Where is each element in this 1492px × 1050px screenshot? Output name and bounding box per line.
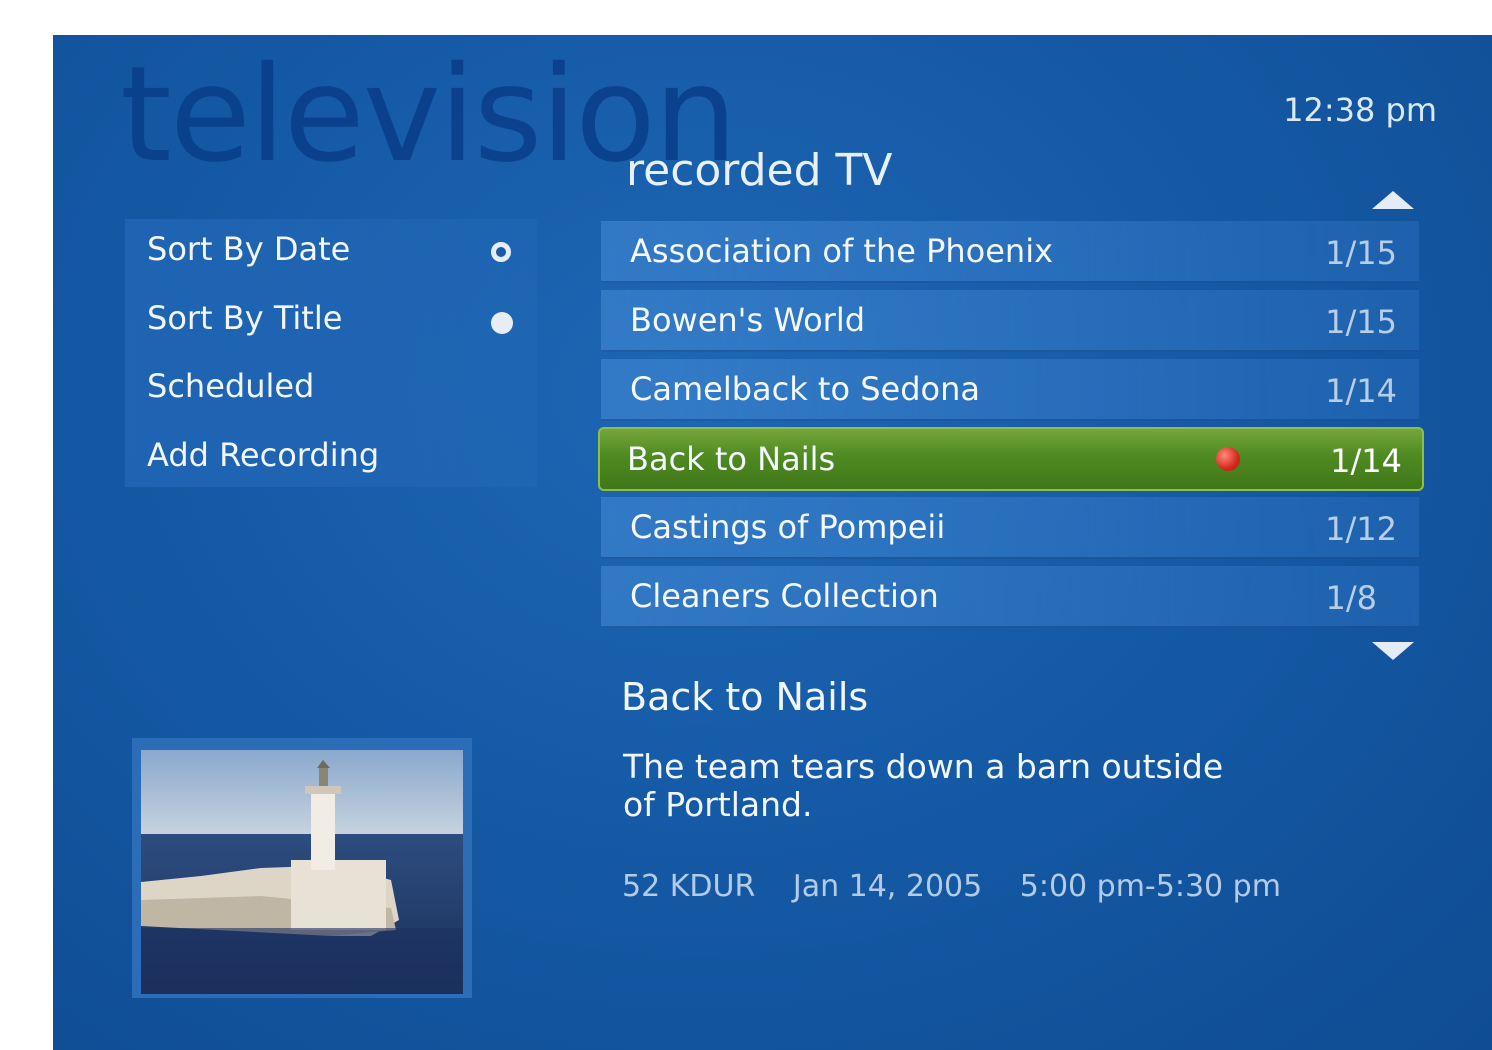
thumbnail-frame: [132, 738, 472, 998]
clock: 12:38 pm: [1283, 91, 1437, 129]
menu-item-label: Sort By Title: [147, 299, 343, 337]
detail-meta: 52 KDUR Jan 14, 2005 5:00 pm-5:30 pm: [622, 869, 1309, 904]
detail-title: Back to Nails: [621, 675, 869, 719]
detail-time: 5:00 pm-5:30 pm: [1019, 869, 1281, 904]
section-title: recorded TV: [626, 145, 893, 196]
recording-date: 1/14: [1330, 442, 1402, 480]
recording-date: 1/12: [1325, 510, 1397, 548]
detail-description: The team tears down a barn outside of Po…: [623, 747, 1224, 824]
detail-channel: 52 KDUR: [622, 869, 756, 904]
sort-date-radio-icon[interactable]: [491, 242, 511, 262]
sort-title-radio-icon[interactable]: [491, 312, 513, 334]
recording-title: Bowen's World: [630, 301, 866, 339]
menu-item-label: Sort By Date: [147, 230, 351, 268]
recording-title: Association of the Phoenix: [630, 232, 1054, 270]
scroll-up-icon[interactable]: [1372, 191, 1414, 209]
lighthouse-thumbnail-image: [141, 750, 463, 994]
recording-row-selected[interactable]: Back to Nails 1/14: [598, 427, 1424, 491]
media-center-screen: television 12:38 pm recorded TV Sort By …: [53, 35, 1492, 1050]
menu-item-label: Add Recording: [147, 436, 380, 474]
detail-date: Jan 14, 2005: [792, 869, 983, 904]
recording-title: Cleaners Collection: [630, 577, 939, 615]
scroll-down-icon[interactable]: [1372, 642, 1414, 660]
menu-scheduled[interactable]: Scheduled: [147, 356, 527, 416]
recording-date: 1/15: [1325, 303, 1397, 341]
menu-sort-by-title[interactable]: Sort By Title: [147, 288, 527, 348]
recording-row[interactable]: Camelback to Sedona 1/14: [601, 359, 1419, 421]
recording-title: Castings of Pompeii: [630, 508, 946, 546]
recording-row[interactable]: Castings of Pompeii 1/12: [601, 497, 1419, 559]
recording-date: 1/14: [1325, 372, 1397, 410]
menu-sort-by-date[interactable]: Sort By Date: [147, 219, 527, 279]
menu-add-recording[interactable]: Add Recording: [147, 425, 527, 485]
recording-date: 1/15: [1325, 234, 1397, 272]
recording-title: Camelback to Sedona: [630, 370, 980, 408]
recording-row[interactable]: Cleaners Collection 1/8: [601, 566, 1419, 628]
recording-row[interactable]: Bowen's World 1/15: [601, 290, 1419, 352]
recording-date: 1/8: [1325, 579, 1378, 617]
recording-title: Back to Nails: [627, 440, 836, 478]
recording-row[interactable]: Association of the Phoenix 1/15: [601, 221, 1419, 283]
menu-item-label: Scheduled: [147, 367, 315, 405]
recording-indicator-icon: [1216, 447, 1240, 471]
